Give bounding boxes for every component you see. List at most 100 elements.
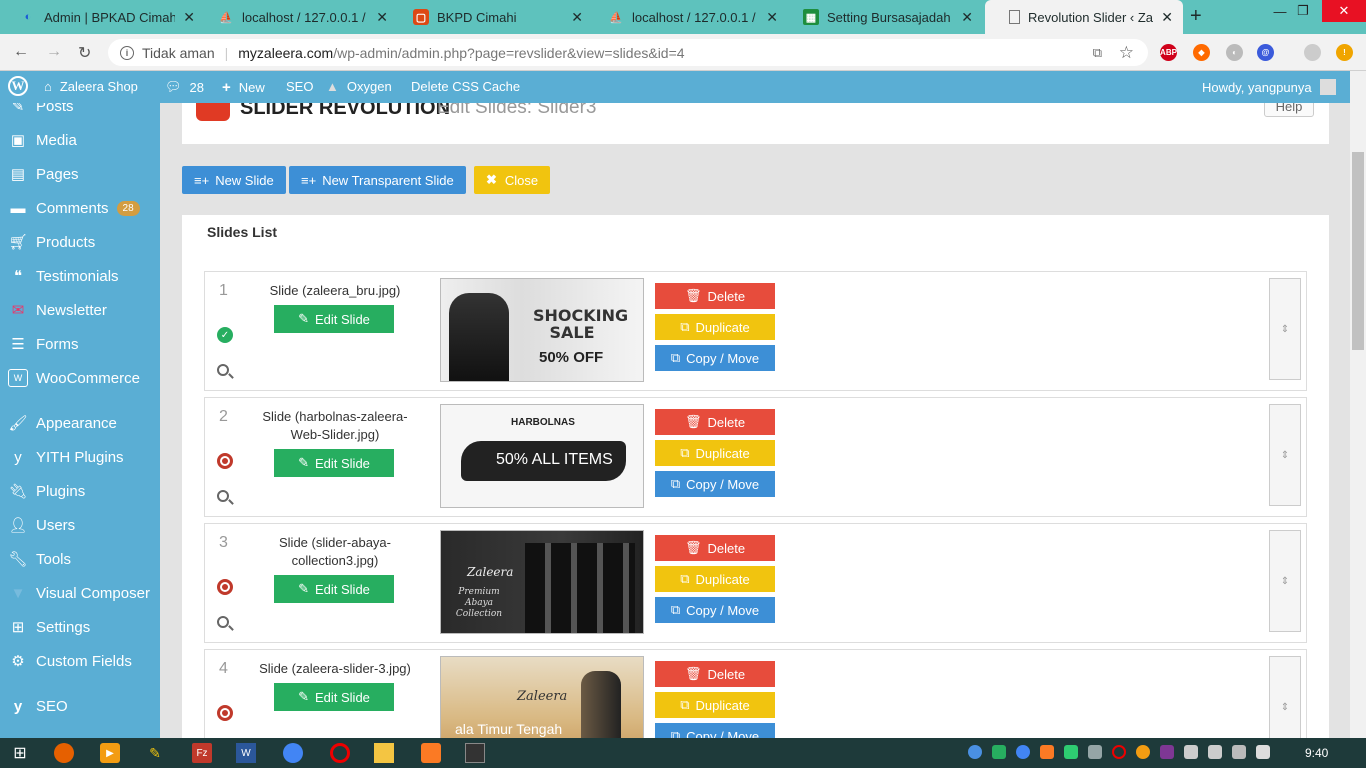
- slide-thumbnail[interactable]: SHOCKING SALE 50% OFF: [440, 278, 644, 382]
- drag-handle[interactable]: ⇕: [1269, 530, 1301, 632]
- close-button[interactable]: ✖ Close: [474, 166, 551, 194]
- unpublished-status-icon[interactable]: [217, 705, 233, 721]
- volume-icon[interactable]: [1184, 745, 1198, 759]
- sidebar-item-users[interactable]: 👤︎ Users: [8, 513, 75, 537]
- search-icon[interactable]: [217, 364, 229, 376]
- duplicate-button[interactable]: ⧉ Duplicate: [655, 566, 775, 592]
- pen-app-icon[interactable]: ✎: [145, 743, 165, 763]
- tray-app-icon[interactable]: [992, 745, 1006, 759]
- tray-app-icon[interactable]: [968, 745, 982, 759]
- close-icon[interactable]: ✕: [376, 9, 388, 26]
- profile-icon[interactable]: [1304, 44, 1321, 61]
- delete-button[interactable]: 🗑︎ Delete: [655, 409, 775, 435]
- tray-opera-icon[interactable]: [1112, 745, 1126, 759]
- sidebar-item-testimonials[interactable]: ❝ Testimonials: [8, 264, 119, 288]
- help-button[interactable]: Help: [1264, 103, 1314, 117]
- unpublished-status-icon[interactable]: [217, 453, 233, 469]
- sidebar-item-plugins[interactable]: 🔌︎ Plugins: [8, 479, 85, 503]
- new-tab-button[interactable]: +: [1190, 5, 1202, 28]
- scrollbar-thumb[interactable]: [1352, 152, 1364, 350]
- search-icon[interactable]: [217, 616, 229, 628]
- xampp-icon[interactable]: [421, 743, 441, 763]
- wordpress-logo-icon[interactable]: W: [8, 76, 28, 96]
- copy-move-button[interactable]: ⧉ Copy / Move: [655, 723, 775, 738]
- delete-button[interactable]: 🗑︎ Delete: [655, 535, 775, 561]
- close-icon[interactable]: ✕: [1161, 9, 1173, 26]
- firefox-icon[interactable]: [54, 743, 74, 763]
- search-icon[interactable]: [217, 490, 229, 502]
- sidebar-item-tools[interactable]: 🔧︎ Tools: [8, 547, 71, 571]
- address-bar[interactable]: i Tidak aman | myzaleera.com /wp-admin/a…: [108, 39, 1148, 66]
- tray-chrome-icon[interactable]: [1016, 745, 1030, 759]
- sidebar-item-visual-composer[interactable]: ▼ Visual Composer: [8, 581, 150, 605]
- sidebar-item-custom-fields[interactable]: ⚙ Custom Fields: [8, 649, 132, 673]
- tray-app-icon[interactable]: [1136, 745, 1150, 759]
- account-menu[interactable]: Howdy, yangpunya: [1202, 79, 1336, 95]
- battery-icon[interactable]: [1232, 745, 1246, 759]
- sidebar-item-products[interactable]: 🛒︎ Products: [8, 230, 95, 254]
- duplicate-button[interactable]: ⧉ Duplicate: [655, 314, 775, 340]
- slide-thumbnail[interactable]: Zaleera Premium Abaya Collection: [440, 530, 644, 634]
- sidebar-item-pages[interactable]: ▤ Pages: [8, 162, 79, 186]
- star-icon[interactable]: ☆: [1119, 43, 1134, 63]
- extension-icon[interactable]: ◐: [1226, 44, 1243, 61]
- restore-button[interactable]: ❐: [1283, 0, 1323, 22]
- duplicate-button[interactable]: ⧉ Duplicate: [655, 440, 775, 466]
- copy-move-button[interactable]: ⧉ Copy / Move: [655, 345, 775, 371]
- filezilla-icon[interactable]: Fz: [192, 743, 212, 763]
- sidebar-item-posts[interactable]: ✎ Posts: [8, 103, 74, 118]
- tray-check-icon[interactable]: [1064, 745, 1078, 759]
- reload-icon[interactable]: ↻: [78, 43, 91, 63]
- drag-handle[interactable]: ⇕: [1269, 656, 1301, 738]
- extension-a-icon[interactable]: @: [1257, 44, 1274, 61]
- comments-link[interactable]: 💬︎ 28: [165, 79, 204, 95]
- new-slide-button[interactable]: ≡+ New Slide: [182, 166, 286, 194]
- sidebar-item-forms[interactable]: ☰ Forms: [8, 332, 78, 356]
- opera-icon[interactable]: [330, 743, 350, 763]
- close-icon[interactable]: ✕: [183, 9, 195, 26]
- info-icon[interactable]: i: [120, 45, 134, 60]
- sidebar-item-newsletter[interactable]: ✉ Newsletter: [8, 298, 107, 322]
- site-name-link[interactable]: ⌂ Zaleera Shop: [44, 79, 138, 94]
- network-icon[interactable]: [1208, 745, 1222, 759]
- browser-tab[interactable]: ◐ Admin | BPKAD Cimahi ✕: [0, 0, 205, 34]
- tray-onenote-icon[interactable]: [1160, 745, 1174, 759]
- media-player-icon[interactable]: ▶: [100, 743, 120, 763]
- back-icon[interactable]: ←: [13, 43, 29, 61]
- close-icon[interactable]: ✕: [961, 9, 973, 26]
- window-close-button[interactable]: ✕: [1322, 0, 1366, 22]
- sidebar-item-settings[interactable]: ⊞ Settings: [8, 615, 91, 639]
- browser-tab[interactable]: ▦ Setting Bursasajadah - G ✕: [783, 0, 983, 34]
- close-icon[interactable]: ✕: [571, 9, 583, 26]
- copy-move-button[interactable]: ⧉ Copy / Move: [655, 597, 775, 623]
- drag-handle[interactable]: ⇕: [1269, 278, 1301, 380]
- tray-xampp-icon[interactable]: [1040, 745, 1054, 759]
- seo-link[interactable]: SEO: [286, 79, 313, 94]
- chrome-icon[interactable]: [283, 743, 303, 763]
- sidebar-item-media[interactable]: ▣ Media: [8, 128, 77, 152]
- oxygen-link[interactable]: ▲ Oxygen: [326, 79, 392, 94]
- adblock-icon[interactable]: ABP: [1160, 44, 1177, 61]
- drag-handle[interactable]: ⇕: [1269, 404, 1301, 506]
- tray-app-icon[interactable]: [1088, 745, 1102, 759]
- extension-fire-icon[interactable]: ◆: [1193, 44, 1210, 61]
- clock[interactable]: 9:40: [1305, 746, 1328, 760]
- new-link[interactable]: + New: [222, 79, 265, 96]
- sidebar-item-comments[interactable]: ▬ Comments 28: [8, 196, 140, 220]
- forward-icon[interactable]: →: [46, 43, 62, 61]
- word-icon[interactable]: W: [236, 743, 256, 763]
- close-icon[interactable]: ✕: [766, 9, 778, 26]
- windows-start-icon[interactable]: ⊞: [10, 743, 30, 763]
- sidebar-item-woocommerce[interactable]: W WooCommerce: [8, 366, 140, 390]
- translate-icon[interactable]: ⧉: [1093, 45, 1102, 61]
- action-center-icon[interactable]: [1256, 745, 1270, 759]
- terminal-icon[interactable]: [465, 743, 485, 763]
- browser-tab[interactable]: ⛵ localhost / 127.0.0.1 / bs ✕: [588, 0, 788, 34]
- slide-thumbnail[interactable]: Zaleera ala Timur Tengah: [440, 656, 644, 738]
- sidebar-item-seo[interactable]: y SEO: [8, 694, 68, 718]
- published-status-icon[interactable]: ✓: [217, 327, 233, 343]
- update-alert-icon[interactable]: !: [1336, 44, 1353, 61]
- edit-slide-button[interactable]: ✎ Edit Slide: [274, 305, 394, 333]
- delete-button[interactable]: 🗑︎ Delete: [655, 283, 775, 309]
- delete-button[interactable]: 🗑︎ Delete: [655, 661, 775, 687]
